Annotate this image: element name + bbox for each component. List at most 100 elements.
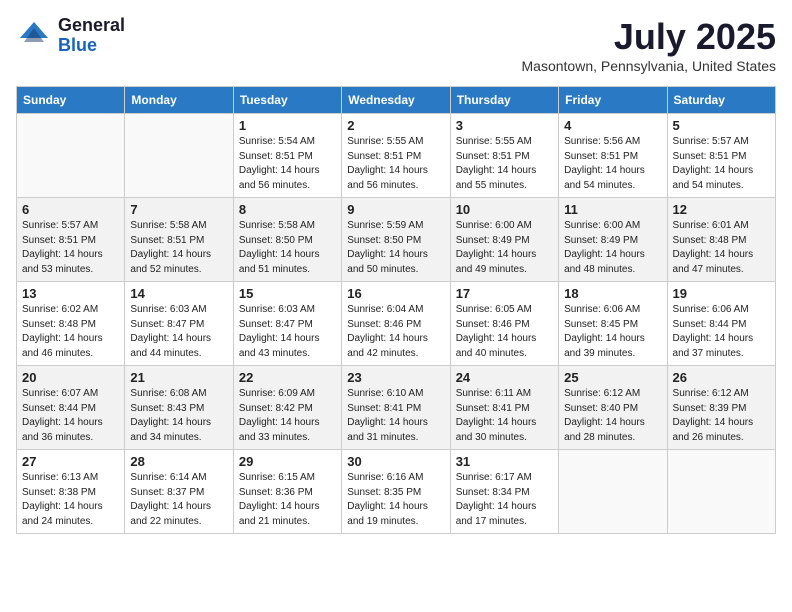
day-info: Sunrise: 6:13 AMSunset: 8:38 PMDaylight:…: [22, 471, 119, 529]
day-number: 25: [564, 370, 661, 385]
day-info: Sunrise: 5:57 AMSunset: 8:51 PMDaylight:…: [673, 135, 770, 193]
day-number: 20: [22, 370, 119, 385]
calendar-cell: [559, 450, 667, 534]
day-number: 12: [673, 202, 770, 217]
calendar-cell: 9 Sunrise: 5:59 AMSunset: 8:50 PMDaylight…: [342, 198, 450, 282]
day-info: Sunrise: 6:14 AMSunset: 8:37 PMDaylight:…: [130, 471, 227, 529]
day-info: Sunrise: 6:09 AMSunset: 8:42 PMDaylight:…: [239, 387, 336, 445]
weekday-header-thursday: Thursday: [450, 87, 558, 114]
day-number: 2: [347, 118, 444, 133]
day-number: 16: [347, 286, 444, 301]
day-info: Sunrise: 6:12 AMSunset: 8:39 PMDaylight:…: [673, 387, 770, 445]
calendar-cell: 21 Sunrise: 6:08 AMSunset: 8:43 PMDayligh…: [125, 366, 233, 450]
location: Masontown, Pennsylvania, United States: [522, 58, 776, 74]
calendar-table: SundayMondayTuesdayWednesdayThursdayFrid…: [16, 86, 776, 534]
day-info: Sunrise: 6:07 AMSunset: 8:44 PMDaylight:…: [22, 387, 119, 445]
day-number: 7: [130, 202, 227, 217]
day-info: Sunrise: 5:56 AMSunset: 8:51 PMDaylight:…: [564, 135, 661, 193]
day-info: Sunrise: 5:59 AMSunset: 8:50 PMDaylight:…: [347, 219, 444, 277]
day-info: Sunrise: 6:12 AMSunset: 8:40 PMDaylight:…: [564, 387, 661, 445]
calendar-cell: 30Sunrise: 6:16 AMSunset: 8:35 PMDayligh…: [342, 450, 450, 534]
logo-general: General: [58, 16, 125, 36]
calendar-cell: 11Sunrise: 6:00 AMSunset: 8:49 PMDayligh…: [559, 198, 667, 282]
calendar-cell: 18Sunrise: 6:06 AMSunset: 8:45 PMDayligh…: [559, 282, 667, 366]
calendar-cell: 6 Sunrise: 5:57 AMSunset: 8:51 PMDaylight…: [17, 198, 125, 282]
day-info: Sunrise: 6:05 AMSunset: 8:46 PMDaylight:…: [456, 303, 553, 361]
page-header: General Blue July 2025 Masontown, Pennsy…: [16, 16, 776, 74]
calendar-cell: 14 Sunrise: 6:03 AMSunset: 8:47 PMDayligh…: [125, 282, 233, 366]
calendar-week-row: 20 Sunrise: 6:07 AMSunset: 8:44 PMDayligh…: [17, 366, 776, 450]
calendar-week-row: 1Sunrise: 5:54 AMSunset: 8:51 PMDaylight…: [17, 114, 776, 198]
day-number: 10: [456, 202, 553, 217]
day-number: 6: [22, 202, 119, 217]
day-info: Sunrise: 5:54 AMSunset: 8:51 PMDaylight:…: [239, 135, 336, 193]
calendar-cell: 13Sunrise: 6:02 AMSunset: 8:48 PMDayligh…: [17, 282, 125, 366]
day-number: 15: [239, 286, 336, 301]
day-info: Sunrise: 6:10 AMSunset: 8:41 PMDaylight:…: [347, 387, 444, 445]
day-info: Sunrise: 6:17 AMSunset: 8:34 PMDaylight:…: [456, 471, 553, 529]
day-number: 9: [347, 202, 444, 217]
day-info: Sunrise: 6:11 AMSunset: 8:41 PMDaylight:…: [456, 387, 553, 445]
day-number: 29: [239, 454, 336, 469]
logo-blue: Blue: [58, 36, 125, 56]
calendar-cell: 5 Sunrise: 5:57 AMSunset: 8:51 PMDaylight…: [667, 114, 775, 198]
weekday-header-saturday: Saturday: [667, 87, 775, 114]
day-number: 3: [456, 118, 553, 133]
calendar-cell: 17 Sunrise: 6:05 AMSunset: 8:46 PMDayligh…: [450, 282, 558, 366]
calendar-cell: 1Sunrise: 5:54 AMSunset: 8:51 PMDaylight…: [233, 114, 341, 198]
day-info: Sunrise: 6:06 AMSunset: 8:44 PMDaylight:…: [673, 303, 770, 361]
day-number: 28: [130, 454, 227, 469]
month-title: July 2025: [522, 16, 776, 58]
day-info: Sunrise: 6:01 AMSunset: 8:48 PMDaylight:…: [673, 219, 770, 277]
day-info: Sunrise: 6:03 AMSunset: 8:47 PMDaylight:…: [130, 303, 227, 361]
calendar-cell: [17, 114, 125, 198]
day-number: 22: [239, 370, 336, 385]
logo-text: General Blue: [58, 16, 125, 56]
day-info: Sunrise: 6:02 AMSunset: 8:48 PMDaylight:…: [22, 303, 119, 361]
calendar-cell: 10Sunrise: 6:00 AMSunset: 8:49 PMDayligh…: [450, 198, 558, 282]
calendar-cell: 12 Sunrise: 6:01 AMSunset: 8:48 PMDayligh…: [667, 198, 775, 282]
day-number: 4: [564, 118, 661, 133]
day-info: Sunrise: 5:55 AMSunset: 8:51 PMDaylight:…: [347, 135, 444, 193]
calendar-cell: [125, 114, 233, 198]
day-number: 18: [564, 286, 661, 301]
calendar-cell: 31Sunrise: 6:17 AMSunset: 8:34 PMDayligh…: [450, 450, 558, 534]
day-number: 14: [130, 286, 227, 301]
weekday-header-sunday: Sunday: [17, 87, 125, 114]
day-number: 24: [456, 370, 553, 385]
calendar-cell: 27 Sunrise: 6:13 AMSunset: 8:38 PMDayligh…: [17, 450, 125, 534]
calendar-cell: 22 Sunrise: 6:09 AMSunset: 8:42 PMDayligh…: [233, 366, 341, 450]
day-number: 27: [22, 454, 119, 469]
calendar-week-row: 13Sunrise: 6:02 AMSunset: 8:48 PMDayligh…: [17, 282, 776, 366]
calendar-cell: 20 Sunrise: 6:07 AMSunset: 8:44 PMDayligh…: [17, 366, 125, 450]
logo-icon: [16, 18, 52, 54]
calendar-cell: 16 Sunrise: 6:04 AMSunset: 8:46 PMDayligh…: [342, 282, 450, 366]
calendar-cell: 4 Sunrise: 5:56 AMSunset: 8:51 PMDaylight…: [559, 114, 667, 198]
day-info: Sunrise: 5:58 AMSunset: 8:51 PMDaylight:…: [130, 219, 227, 277]
title-block: July 2025 Masontown, Pennsylvania, Unite…: [522, 16, 776, 74]
calendar-cell: 25 Sunrise: 6:12 AMSunset: 8:40 PMDayligh…: [559, 366, 667, 450]
day-number: 23: [347, 370, 444, 385]
calendar-cell: 3Sunrise: 5:55 AMSunset: 8:51 PMDaylight…: [450, 114, 558, 198]
weekday-header-row: SundayMondayTuesdayWednesdayThursdayFrid…: [17, 87, 776, 114]
day-info: Sunrise: 6:04 AMSunset: 8:46 PMDaylight:…: [347, 303, 444, 361]
day-number: 8: [239, 202, 336, 217]
day-info: Sunrise: 5:58 AMSunset: 8:50 PMDaylight:…: [239, 219, 336, 277]
calendar-cell: 15Sunrise: 6:03 AMSunset: 8:47 PMDayligh…: [233, 282, 341, 366]
day-info: Sunrise: 5:57 AMSunset: 8:51 PMDaylight:…: [22, 219, 119, 277]
day-number: 17: [456, 286, 553, 301]
calendar-week-row: 27 Sunrise: 6:13 AMSunset: 8:38 PMDayligh…: [17, 450, 776, 534]
day-number: 5: [673, 118, 770, 133]
day-number: 21: [130, 370, 227, 385]
weekday-header-wednesday: Wednesday: [342, 87, 450, 114]
day-info: Sunrise: 6:00 AMSunset: 8:49 PMDaylight:…: [564, 219, 661, 277]
calendar-cell: 8 Sunrise: 5:58 AMSunset: 8:50 PMDaylight…: [233, 198, 341, 282]
calendar-cell: [667, 450, 775, 534]
calendar-cell: 26Sunrise: 6:12 AMSunset: 8:39 PMDayligh…: [667, 366, 775, 450]
day-info: Sunrise: 6:15 AMSunset: 8:36 PMDaylight:…: [239, 471, 336, 529]
weekday-header-monday: Monday: [125, 87, 233, 114]
day-info: Sunrise: 6:08 AMSunset: 8:43 PMDaylight:…: [130, 387, 227, 445]
calendar-cell: 7 Sunrise: 5:58 AMSunset: 8:51 PMDaylight…: [125, 198, 233, 282]
logo: General Blue: [16, 16, 125, 56]
calendar-week-row: 6 Sunrise: 5:57 AMSunset: 8:51 PMDaylight…: [17, 198, 776, 282]
